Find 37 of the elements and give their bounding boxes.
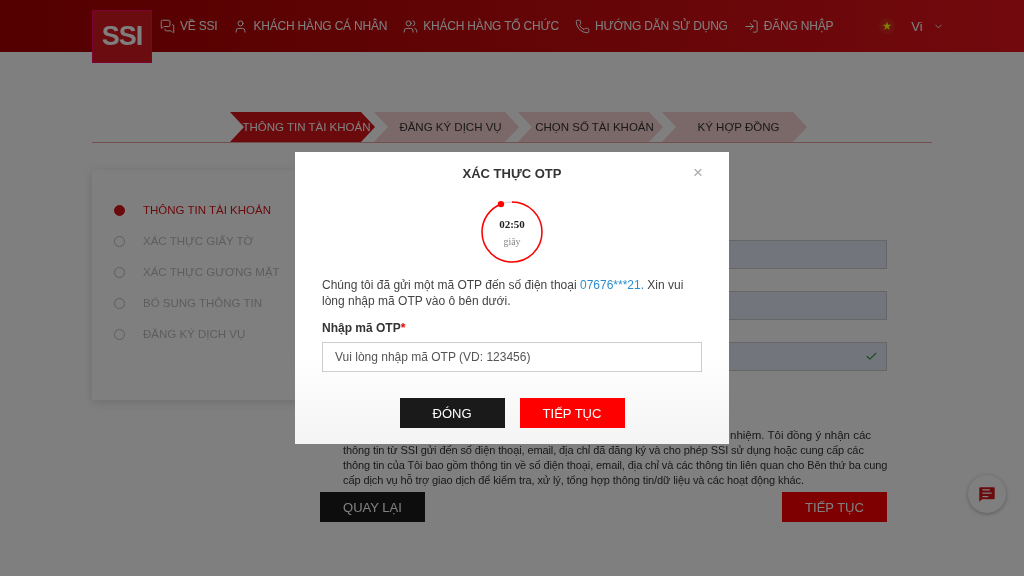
flag-icon — [879, 18, 896, 34]
user-icon — [233, 18, 249, 34]
back-button[interactable]: QUAY LẠI — [320, 492, 425, 522]
users-icon — [403, 18, 419, 34]
logo[interactable]: SSI — [92, 10, 152, 63]
language-selector[interactable]: Vi — [911, 18, 923, 34]
countdown-unit: giây — [503, 235, 521, 247]
otp-message: Chúng tôi đã gửi một mã OTP đến số điện thoại 07676***21. Xin vui lòng nhập mã OTP vào ô bên dưới. — [322, 277, 685, 309]
nav-link[interactable]: KHÁCH HÀNG CÁ NHÂN — [233, 18, 388, 34]
check-icon — [865, 350, 878, 363]
consent-text: nhiệm. Tôi đồng ý nhận các — [730, 428, 872, 443]
phone-icon — [575, 18, 590, 34]
otp-label: Nhập mã OTP — [322, 321, 401, 335]
phone-link[interactable]: 07676***21. — [579, 278, 645, 292]
nav-link[interactable]: HƯỚNG DẪN SỬ DỤNG — [575, 18, 728, 34]
nav-link[interactable]: KHÁCH HÀNG TỔ CHỨC — [403, 18, 559, 34]
nav-link[interactable]: ĐĂNG NHẬP — [743, 18, 834, 34]
continue-button[interactable]: TIẾP TỤC — [519, 398, 625, 428]
chat-icon — [160, 18, 175, 34]
step-tab[interactable]: CHỌN SỐ TÀI KHOẢN — [518, 112, 663, 142]
countdown-ring — [479, 199, 545, 265]
login-icon — [743, 18, 759, 34]
close-dialog-button[interactable]: ĐÓNG — [399, 398, 505, 428]
consent-text: thông tin từ SSI gửi đến số điện thoại, email, địa chỉ đã đăng ký và cho phép SSI sử dụng hoặc cung cấp các thông tin của Tôi bao gồm thông tin về số điện thoại, email, địa chỉ và các thông tin liên quan cho Bên thứ ba cung cấp dịch vụ hỗ trợ giao dịch để kiểm tra, xử lý, tổng hợp thông tin/dữ liệu và các hoạt động khác. — [343, 443, 889, 488]
chat-icon — [977, 484, 997, 504]
dialog-title: XÁC THỰC OTP — [462, 166, 562, 181]
countdown-time: 02:50 — [499, 217, 525, 230]
step-tab[interactable]: ĐĂNG KÝ DỊCH VỤ — [374, 112, 519, 142]
required-mark: * — [400, 321, 406, 335]
close-button[interactable]: × — [693, 164, 703, 182]
otp-input-field[interactable]: Vui lòng nhập mã OTP (VD: 123456) — [322, 342, 702, 372]
nav-link[interactable]: VỀ SSI — [160, 18, 218, 34]
step-tab[interactable]: THÔNG TIN TÀI KHOẢN — [230, 112, 375, 142]
next-button[interactable]: TIẾP TỤC — [782, 492, 887, 522]
chat-button[interactable] — [968, 475, 1006, 513]
sidebar-step: THÔNG TIN TÀI KHOẢN — [143, 204, 271, 216]
step-tab[interactable]: KÝ HỢP ĐỒNG — [662, 112, 807, 142]
